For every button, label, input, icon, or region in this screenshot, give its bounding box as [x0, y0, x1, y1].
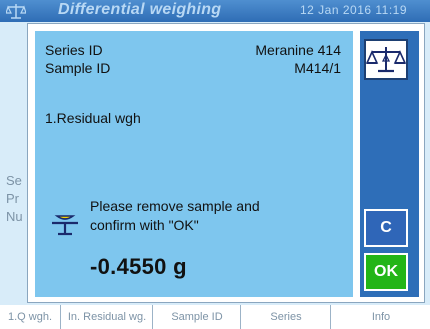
- ok-button[interactable]: OK: [364, 253, 408, 291]
- bg-fragment: Se: [6, 173, 22, 188]
- series-id-label: Series ID: [45, 42, 103, 58]
- dialog-content-panel: Series ID Meranine 414 Sample ID M414/1 …: [35, 31, 353, 297]
- date-time: 12 Jan 2016 11:19: [300, 3, 408, 17]
- softkey-residual-wg[interactable]: In. Residual wg.: [60, 305, 153, 329]
- balance-scale-icon: [365, 47, 407, 73]
- balance-icon: [6, 4, 26, 19]
- app-header: Differential weighing 12 Jan 2016 11:19: [0, 0, 430, 22]
- instruction-line-2: confirm with "OK": [90, 217, 199, 233]
- bg-fragment: Nu: [6, 209, 23, 224]
- sample-id-value: M414/1: [294, 60, 341, 76]
- background-text-fragments: Se Pr Nu: [6, 172, 23, 226]
- app-title: Differential weighing: [58, 1, 222, 18]
- series-id-value: Meranine 414: [255, 42, 341, 58]
- weight-result: -0.4550 g: [90, 254, 187, 279]
- clear-button[interactable]: C: [364, 209, 408, 247]
- softkey-info[interactable]: Info: [330, 305, 430, 329]
- weighing-pan-icon: [52, 215, 78, 236]
- softkey-sample-id[interactable]: Sample ID: [152, 305, 241, 329]
- instruction-line-1: Please remove sample and: [90, 198, 260, 214]
- softkey-series[interactable]: Series: [240, 305, 331, 329]
- weighing-step-label: 1.Residual wgh: [45, 110, 141, 126]
- balance-button[interactable]: [364, 39, 408, 80]
- differential-weighing-dialog: Series ID Meranine 414 Sample ID M414/1 …: [27, 23, 425, 303]
- sample-id-label: Sample ID: [45, 60, 111, 76]
- instruction-message: Please remove sample and confirm with "O…: [90, 197, 260, 235]
- dialog-button-bar: C OK: [360, 31, 419, 297]
- bg-fragment: Pr: [6, 191, 19, 206]
- softkey-residual-wgh[interactable]: 1.Q wgh.: [0, 305, 60, 329]
